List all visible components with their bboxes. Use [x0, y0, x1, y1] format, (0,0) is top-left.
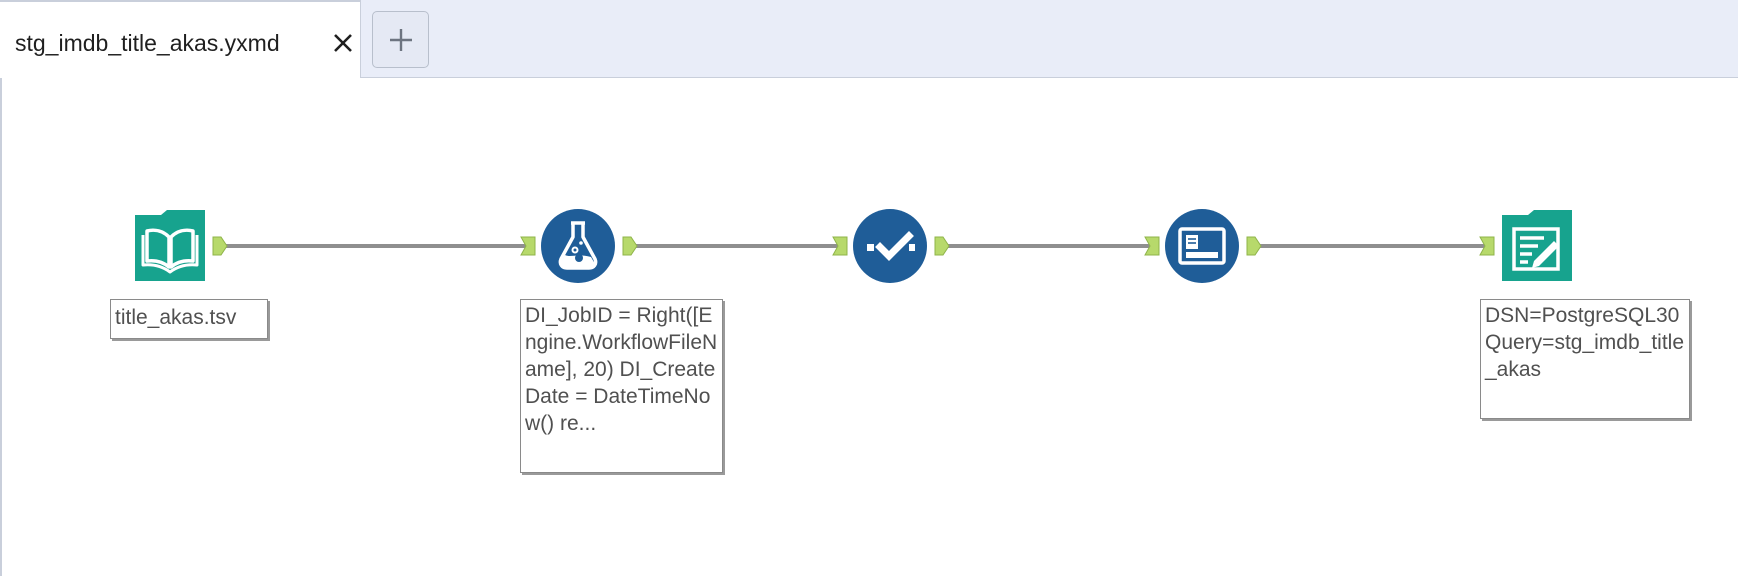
tool-annotation: DI_JobID = Right([Engine.WorkflowFileNam…: [520, 299, 723, 473]
connection-line[interactable]: [945, 244, 1151, 248]
checkmark-icon: [853, 209, 927, 283]
connection-line[interactable]: [223, 244, 527, 248]
input-anchor[interactable]: [520, 236, 536, 256]
open-book-icon: [135, 210, 205, 281]
plus-icon: [390, 29, 412, 51]
tab-title: stg_imdb_title_akas.yxmd: [15, 30, 280, 56]
tab-workflow[interactable]: stg_imdb_title_akas.yxmd: [0, 0, 361, 79]
output-anchor[interactable]: [1246, 236, 1262, 256]
output-anchor[interactable]: [622, 236, 638, 256]
output-anchor[interactable]: [212, 236, 228, 256]
window-icon: [1165, 209, 1239, 283]
input-anchor[interactable]: [1479, 236, 1495, 256]
tool-annotation: title_akas.tsv: [110, 299, 268, 339]
add-tab-button[interactable]: [372, 11, 429, 68]
connection-line[interactable]: [1257, 244, 1486, 248]
close-icon[interactable]: [330, 30, 356, 56]
select-tool[interactable]: [853, 209, 927, 283]
flask-icon: [541, 209, 615, 283]
connection-line[interactable]: [633, 244, 839, 248]
workflow-canvas[interactable]: title_akas.tsv DI_JobID = Right([Engine.…: [0, 78, 1738, 576]
input-data-tool[interactable]: [133, 209, 207, 283]
output-anchor[interactable]: [934, 236, 950, 256]
output-data-tool[interactable]: [1500, 209, 1574, 283]
input-anchor[interactable]: [832, 236, 848, 256]
dynamic-input-tool[interactable]: [1165, 209, 1239, 283]
input-anchor[interactable]: [1144, 236, 1160, 256]
formula-tool[interactable]: [541, 209, 615, 283]
pen-document-icon: [1502, 210, 1572, 281]
workflow-window: stg_imdb_title_akas.yxmd title_akas.tsv …: [0, 0, 1738, 576]
tool-annotation: DSN=PostgreSQL30 Query=stg_imdb_title_ak…: [1480, 299, 1690, 419]
tab-strip: stg_imdb_title_akas.yxmd: [0, 0, 1738, 79]
